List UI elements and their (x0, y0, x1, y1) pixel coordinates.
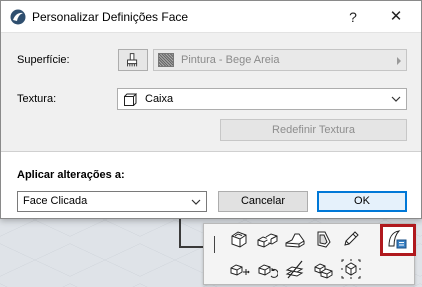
apply-label: Aplicar alterações a: (17, 169, 125, 181)
cancel-button[interactable]: Cancelar (218, 191, 308, 212)
rotate-block-icon[interactable] (256, 258, 278, 280)
apply-to-select[interactable]: Face Clicada (17, 191, 207, 212)
slab-icon[interactable] (284, 228, 306, 250)
surface-value: Pintura - Bege Areia (181, 54, 280, 66)
face-tools-toolbar (203, 223, 416, 285)
face-shape-icon[interactable] (312, 228, 334, 250)
face-settings-icon[interactable] (385, 228, 407, 250)
apply-value: Face Clicada (23, 195, 88, 207)
surface-label: Superfície: (17, 54, 70, 66)
texture-select[interactable]: Caixa (117, 88, 407, 110)
settings-panel: Superfície: Pintura - Bege Areia Textura… (1, 32, 421, 151)
box-icon (124, 93, 137, 106)
pencil-icon[interactable] (340, 228, 362, 250)
apply-panel: Aplicar alterações a: Face Clicada Cance… (1, 151, 421, 218)
redefine-texture-button[interactable]: Redefinir Textura (220, 119, 407, 141)
texture-value: Caixa (145, 93, 174, 105)
surface-select[interactable]: Pintura - Bege Areia (153, 49, 407, 71)
pick-surface-button[interactable] (118, 49, 148, 71)
blocks-icon[interactable] (256, 228, 278, 250)
box-select-icon[interactable] (228, 228, 250, 250)
title-bar: Personalizar Definições Face ? ✕ (1, 1, 421, 32)
cube-target-icon[interactable] (340, 258, 362, 280)
toolbar-divider (214, 236, 215, 253)
model-edge (179, 219, 181, 247)
close-button[interactable]: ✕ (384, 6, 408, 28)
slice-icon[interactable] (284, 258, 306, 280)
chevron-down-icon (191, 199, 201, 205)
help-button[interactable]: ? (341, 6, 365, 28)
brush-icon (127, 53, 138, 67)
ok-button[interactable]: OK (317, 191, 407, 212)
customize-face-dialog: Personalizar Definições Face ? ✕ Superfí… (0, 0, 422, 219)
archicad-app-icon (10, 9, 26, 25)
texture-label: Textura: (17, 93, 57, 105)
window-title: Personalizar Definições Face (32, 10, 189, 24)
chevron-down-icon (391, 96, 401, 102)
stack-blocks-icon[interactable] (312, 258, 334, 280)
surface-swatch-icon (158, 53, 174, 67)
move-block-icon[interactable] (228, 258, 250, 280)
arrow-right-icon (397, 57, 401, 65)
model-edge (179, 246, 205, 248)
